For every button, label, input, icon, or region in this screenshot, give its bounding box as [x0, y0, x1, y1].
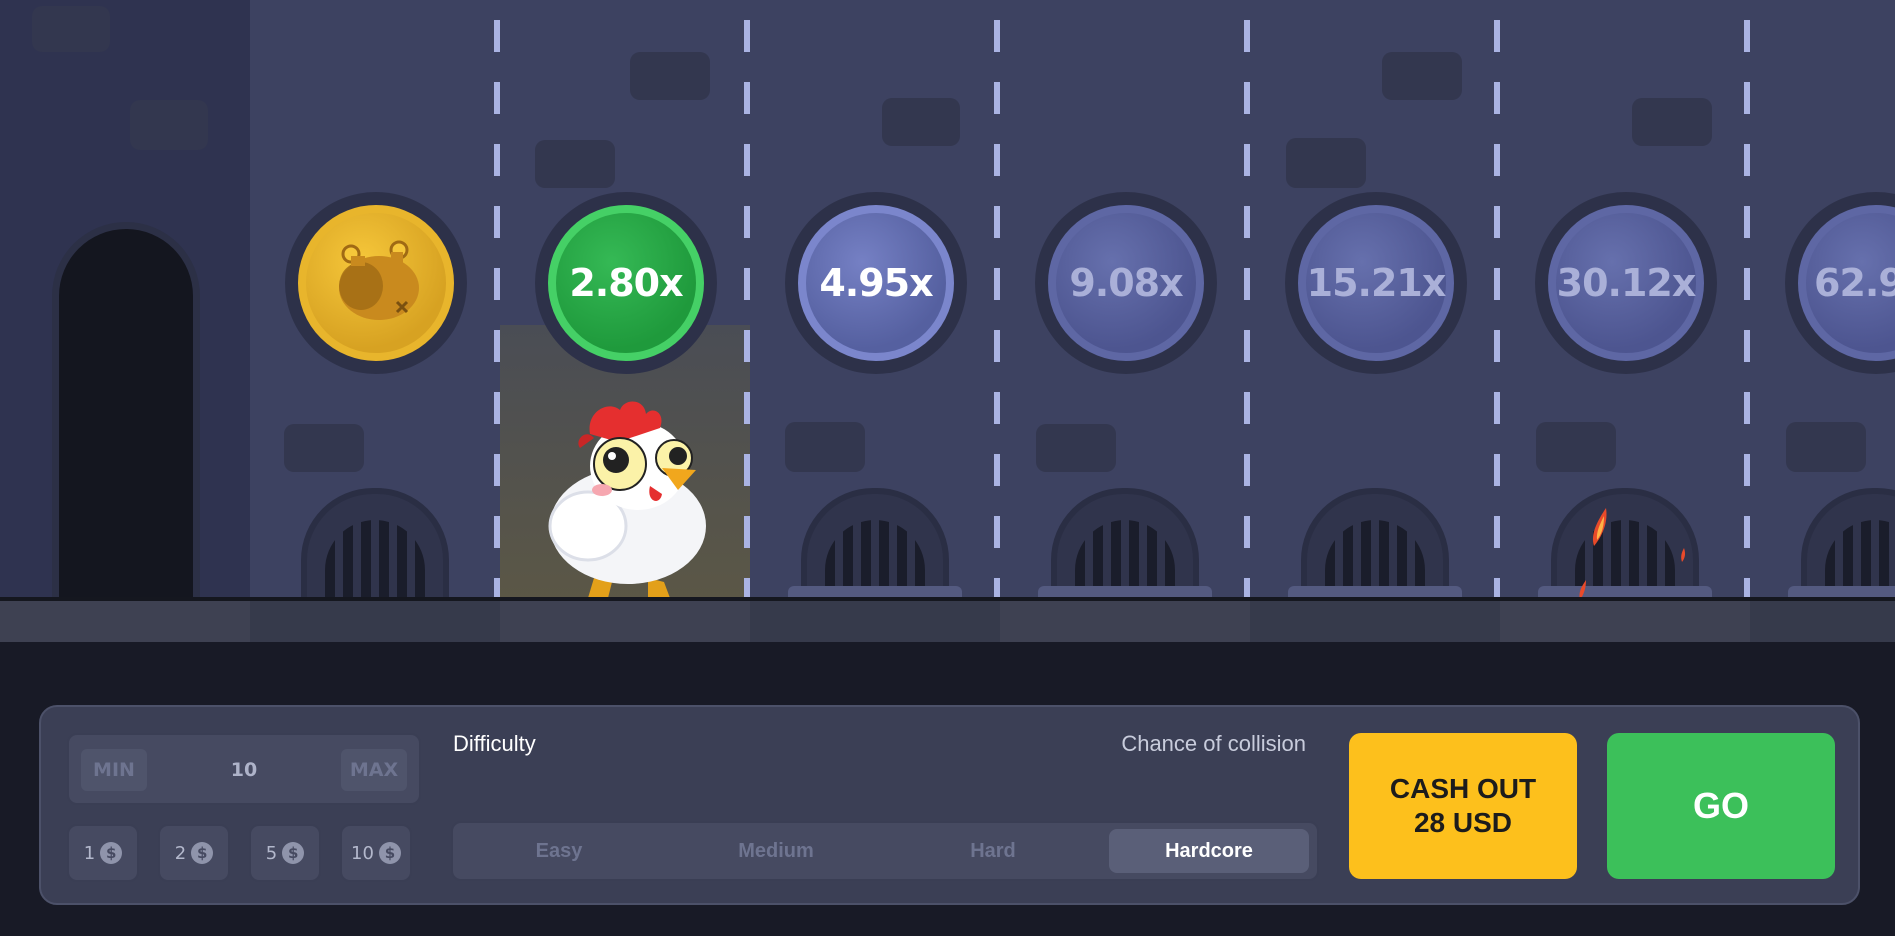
- bet-amount-field[interactable]: MIN 10 MAX: [67, 733, 421, 805]
- dollar-icon: $: [191, 842, 214, 864]
- lane-divider: [1244, 20, 1250, 600]
- cash-out-label: CASH OUT: [1389, 773, 1537, 804]
- wall-brick: [1632, 98, 1712, 146]
- wall-brick: [1786, 422, 1866, 472]
- wall-brick: [535, 140, 615, 188]
- multiplier-label: 15.21x: [1298, 205, 1454, 361]
- multiplier-coin-current: 2.80x: [535, 192, 717, 374]
- chip-amount: 5: [265, 842, 278, 864]
- quick-bet-5-button[interactable]: 5 $: [249, 824, 321, 882]
- max-bet-button[interactable]: MAX: [341, 749, 407, 791]
- wall-brick: [1382, 52, 1462, 100]
- wall-brick: [284, 424, 364, 472]
- lane-divider: [1494, 20, 1500, 600]
- lane-divider: [494, 20, 500, 600]
- cash-out-button[interactable]: CASH OUT 28 USD: [1349, 733, 1577, 879]
- wall-brick: [1286, 138, 1366, 188]
- difficulty-label: Difficulty: [453, 731, 536, 756]
- multiplier-coin: 9.08x: [1035, 192, 1217, 374]
- multiplier-label: 30.12x: [1548, 205, 1704, 361]
- floor-tile: [750, 600, 1000, 642]
- dollar-icon: $: [282, 842, 305, 864]
- roasted-chicken-icon: [339, 240, 419, 320]
- coin-face: [298, 205, 454, 361]
- lane-divider: [1744, 20, 1750, 600]
- chip-amount: 10: [351, 842, 374, 864]
- multiplier-label: 9.08x: [1048, 205, 1204, 361]
- wall-brick: [1036, 424, 1116, 472]
- floor-tile: [1000, 600, 1250, 642]
- multiplier-label: 2.80x: [548, 205, 704, 361]
- go-button[interactable]: GO: [1607, 733, 1835, 879]
- chip-amount: 2: [174, 842, 187, 864]
- wall-brick: [32, 6, 110, 52]
- difficulty-medium-option[interactable]: Medium: [676, 829, 876, 873]
- wall-brick: [1536, 422, 1616, 472]
- wall-brick: [130, 100, 208, 150]
- floor-tile: [250, 600, 500, 642]
- floor-edge: [0, 597, 1895, 601]
- floor-tile: [1750, 600, 1895, 642]
- control-panel: MIN 10 MAX 1 $ 2 $ 5 $ 10 $ Difficulty C…: [39, 705, 1860, 905]
- min-bet-button[interactable]: MIN: [81, 749, 147, 791]
- game-board: 2.80x 4.95x 9.08x 15.21x 30.12x 62.9: [0, 0, 1895, 650]
- chance-of-collision-label: Chance of collision: [1121, 731, 1306, 756]
- multiplier-label: 62.9: [1798, 205, 1895, 361]
- floor-tile: [0, 600, 250, 642]
- quick-bet-2-button[interactable]: 2 $: [158, 824, 230, 882]
- bet-amount-value[interactable]: 10: [189, 749, 299, 791]
- wall-brick: [630, 52, 710, 100]
- multiplier-coin: 15.21x: [1285, 192, 1467, 374]
- dollar-icon: $: [100, 842, 123, 864]
- floor-tile: [500, 600, 750, 642]
- difficulty-easy-option[interactable]: Easy: [459, 829, 659, 873]
- floor-tile: [1250, 600, 1500, 642]
- quick-bet-1-button[interactable]: 1 $: [67, 824, 139, 882]
- start-doorway: [52, 222, 200, 607]
- cash-out-amount: 28 USD: [1413, 807, 1513, 838]
- difficulty-hard-option[interactable]: Hard: [893, 829, 1093, 873]
- chip-amount: 1: [83, 842, 96, 864]
- lane-divider: [994, 20, 1000, 600]
- multiplier-coin-next: 4.95x: [785, 192, 967, 374]
- fire-icon: [1579, 508, 1686, 600]
- multiplier-coin-collected: [285, 192, 467, 374]
- wall-brick: [882, 98, 960, 146]
- quick-bet-10-button[interactable]: 10 $: [340, 824, 412, 882]
- difficulty-selector: Easy Medium Hard Hardcore: [451, 821, 1319, 881]
- dollar-icon: $: [378, 842, 401, 864]
- chicken-icon: [548, 401, 706, 598]
- floor-tile: [1500, 600, 1750, 642]
- lane-divider: [744, 20, 750, 600]
- multiplier-label: 4.95x: [798, 205, 954, 361]
- difficulty-hardcore-option[interactable]: Hardcore: [1109, 829, 1309, 873]
- multiplier-coin: 30.12x: [1535, 192, 1717, 374]
- wall-brick: [785, 422, 865, 472]
